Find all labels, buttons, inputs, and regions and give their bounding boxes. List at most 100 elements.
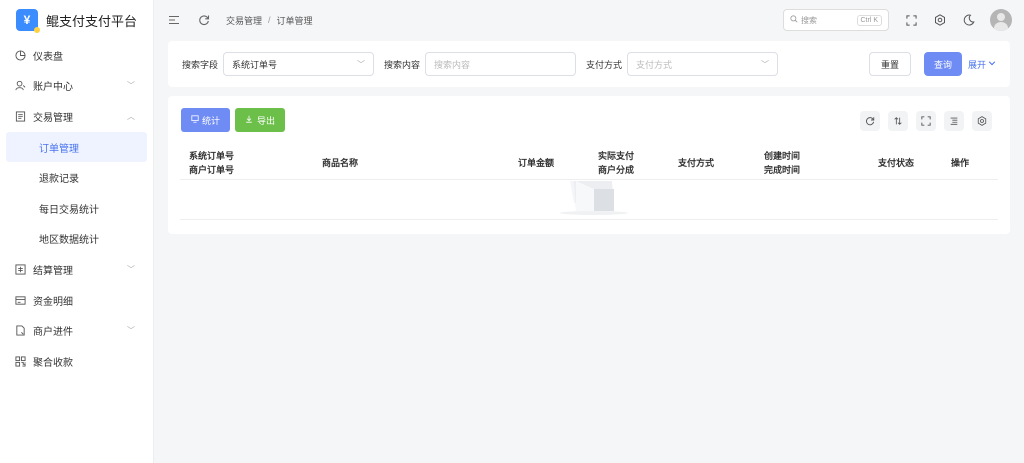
search-placeholder: 搜索 (801, 15, 817, 25)
sidebar-item-dashboard[interactable]: 仪表盘 (0, 40, 153, 71)
sidebar-item-aggregate-pay[interactable]: 聚合收款 (0, 346, 153, 377)
column-header-line: 支付方式 (678, 158, 715, 168)
search-form: 搜索字段 系统订单号 ﹀ 搜索内容 搜索内容 支付方式 支付方式 ﹀ 重置 查询… (168, 41, 1010, 87)
refresh-table-icon[interactable] (860, 111, 880, 131)
sidebar-item-label: 结算管理 (33, 265, 73, 277)
sidebar-item-label: 资金明细 (33, 296, 73, 308)
sidebar-item-label: 账户中心 (33, 82, 73, 94)
expand-button[interactable]: 展开 (968, 58, 996, 71)
chevron-down-icon: ﹀ (357, 59, 366, 69)
column-header-line: 商户订单号 (189, 165, 235, 175)
chevron-down-icon: ﹀ (127, 326, 135, 336)
fullscreen-icon[interactable] (903, 12, 919, 28)
column-header-actions: 操作 (951, 146, 969, 180)
sidebar-item-funds[interactable]: 资金明细 (0, 285, 153, 316)
column-header-amount[interactable]: 订单金额 (518, 146, 554, 180)
dark-mode-icon[interactable] (961, 12, 977, 28)
sidebar-item-account[interactable]: 账户中心 ﹀ (0, 71, 153, 102)
fullscreen-table-icon[interactable] (916, 111, 936, 131)
column-header-line: 商户分成 (598, 165, 635, 175)
table-tools (852, 111, 992, 131)
qrcode-icon (14, 355, 26, 367)
chart-icon (191, 115, 199, 125)
expand-label: 展开 (967, 59, 986, 70)
column-header-line: 商品名称 (322, 158, 359, 168)
column-header-product-name[interactable]: 商品名称 (322, 146, 358, 180)
sidebar-item-transactions[interactable]: 交易管理 ︿ (0, 101, 153, 132)
payment-method-placeholder: 支付方式 (636, 59, 673, 70)
search-content-placeholder: 搜索内容 (434, 59, 471, 70)
search-field-value: 系统订单号 (232, 59, 278, 70)
sidebar-item-label: 仪表盘 (33, 51, 63, 63)
chevron-down-icon: ﹀ (127, 264, 135, 274)
logo[interactable]: ¥ 鲲支付支付平台 (0, 0, 153, 40)
column-header-order-no[interactable]: 系统订单号 商户订单号 (189, 146, 234, 180)
column-header-line: 实际支付 (598, 151, 635, 161)
global-search[interactable]: 搜索 Ctrl K (783, 9, 889, 31)
payment-method-label: 支付方式 (586, 59, 623, 70)
sidebar-item-label: 商户进件 (33, 327, 73, 339)
user-icon (14, 80, 26, 92)
chevron-down-icon (988, 59, 996, 69)
chevron-down-icon: ﹀ (127, 81, 135, 91)
breadcrumb: 交易管理 / 订单管理 (226, 14, 313, 27)
settings-icon[interactable] (932, 12, 948, 28)
breadcrumb-item[interactable]: 交易管理 (226, 14, 262, 27)
reset-button[interactable]: 重置 (868, 52, 911, 76)
logo-icon: ¥ (16, 9, 40, 33)
statistics-button[interactable]: 统计 (181, 108, 231, 132)
payment-method-select[interactable]: 支付方式 ﹀ (627, 52, 779, 76)
search-field-select[interactable]: 系统订单号 ﹀ (223, 52, 375, 76)
settlement-icon (14, 263, 26, 275)
table-toolbar: 统计 导出 (181, 108, 286, 132)
table-header: 系统订单号 商户订单号 商品名称 订单金额 实际支付 商户分成 支付方式 创建时… (180, 146, 998, 180)
column-header-line: 完成时间 (764, 165, 801, 175)
sidebar-subitem-daily-stats[interactable]: 每日交易统计 (6, 193, 147, 224)
sidebar-item-merchant-onboarding[interactable]: 商户进件 ﹀ (0, 315, 153, 346)
query-button[interactable]: 查询 (923, 52, 962, 76)
file-icon (14, 325, 26, 337)
refresh-icon[interactable] (196, 12, 212, 28)
column-header-line: 订单金额 (518, 158, 555, 168)
top-header: 交易管理 / 订单管理 搜索 Ctrl K (154, 0, 1024, 40)
sort-icon[interactable] (888, 111, 908, 131)
density-icon[interactable] (944, 111, 964, 131)
table-empty-state (180, 181, 998, 220)
empty-box-icon (560, 181, 628, 215)
column-header-actual-pay[interactable]: 实际支付 商户分成 (598, 146, 634, 180)
document-icon (14, 110, 26, 122)
sidebar-subitem-orders[interactable]: 订单管理 (6, 131, 147, 163)
column-header-time[interactable]: 创建时间 完成时间 (764, 146, 800, 180)
menu-collapse-icon[interactable] (166, 12, 182, 28)
avatar[interactable] (990, 9, 1012, 31)
sidebar: ¥ 鲲支付支付平台 仪表盘 账户中心 ﹀ 交易管理 ︿ 订单管理 退款记录 每日… (0, 0, 154, 463)
breadcrumb-separator: / (268, 15, 271, 25)
card-icon (14, 294, 26, 306)
sidebar-item-settlement[interactable]: 结算管理 ﹀ (0, 254, 153, 285)
sidebar-subitem-refunds[interactable]: 退款记录 (6, 162, 147, 193)
sidebar-subitem-region-stats[interactable]: 地区数据统计 (6, 224, 147, 255)
breadcrumb-item-current: 订单管理 (276, 15, 313, 26)
column-settings-icon[interactable] (972, 111, 992, 131)
column-header-line: 操作 (951, 158, 970, 168)
download-icon (245, 115, 253, 125)
export-button[interactable]: 导出 (235, 108, 286, 132)
sidebar-menu: 仪表盘 账户中心 ﹀ 交易管理 ︿ 订单管理 退款记录 每日交易统计 地区数据统… (0, 40, 153, 377)
export-label: 导出 (257, 115, 276, 126)
search-field-label: 搜索字段 (182, 59, 219, 70)
order-table-card: 统计 导出 系统订单号 商户订单号 商品名称 订单金额 实际支付 商户分成 支付… (168, 96, 1010, 234)
search-content-input[interactable]: 搜索内容 (425, 52, 577, 76)
sidebar-item-label: 聚合收款 (33, 357, 73, 369)
column-header-line: 创建时间 (764, 151, 801, 161)
chevron-up-icon: ︿ (127, 111, 135, 121)
statistics-label: 统计 (202, 115, 221, 126)
column-header-line: 系统订单号 (189, 151, 235, 161)
column-header-status[interactable]: 支付状态 (878, 146, 914, 180)
column-header-payment-method[interactable]: 支付方式 (678, 146, 714, 180)
chevron-down-icon: ﹀ (761, 59, 770, 69)
column-header-line: 支付状态 (878, 158, 915, 168)
search-icon (790, 15, 798, 25)
sidebar-item-label: 交易管理 (33, 112, 73, 124)
dashboard-icon (14, 49, 26, 61)
search-shortcut: Ctrl K (856, 14, 882, 26)
